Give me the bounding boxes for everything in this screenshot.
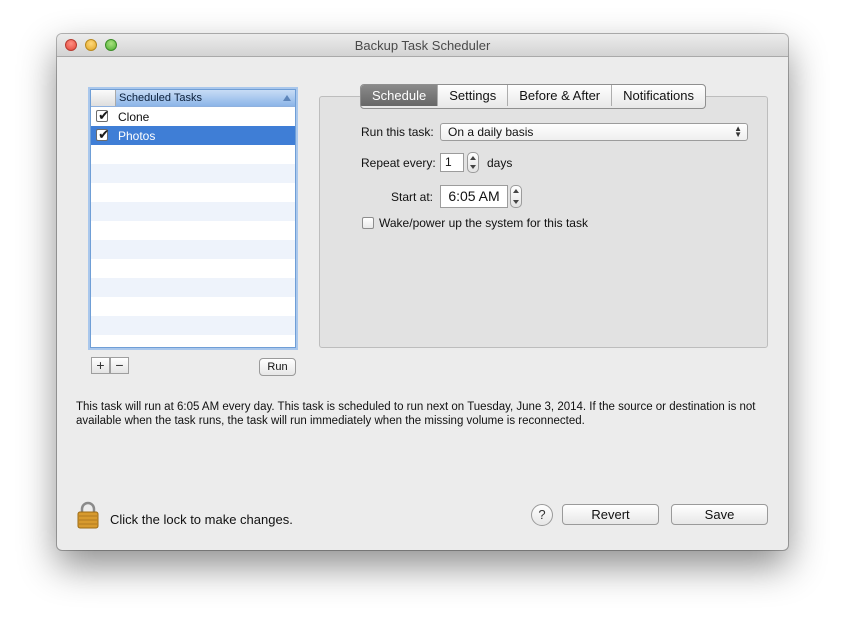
scheduler-window: Backup Task Scheduler Scheduled Tasks ✔ … [57,34,788,550]
remove-task-button[interactable]: − [110,357,129,374]
stepper-up-icon [470,156,476,160]
empty-row [91,316,295,335]
tab-notifications[interactable]: Notifications [612,85,705,106]
task-name: Clone [118,110,150,124]
start-at-label: Start at: [391,190,434,204]
scheduled-tasks-list[interactable]: Scheduled Tasks ✔ Clone ✔ Photos [90,89,296,348]
task-name: Photos [118,129,156,143]
list-header: Scheduled Tasks [91,90,295,107]
lock-icon[interactable] [77,501,99,529]
window-title: Backup Task Scheduler [354,38,491,53]
run-task-button[interactable]: Run [259,358,296,376]
empty-row [91,297,295,316]
empty-row [91,202,295,221]
tab-bar: Schedule Settings Before & After Notific… [360,84,706,109]
tab-before-after[interactable]: Before & After [508,85,613,106]
scheduled-tasks-column-header[interactable]: Scheduled Tasks [116,90,295,106]
revert-button[interactable]: Revert [562,504,659,525]
stepper-down-icon [513,200,519,204]
empty-row [91,145,295,164]
empty-row [91,240,295,259]
checkmark-icon: ✔ [98,126,110,142]
run-frequency-popup[interactable]: On a daily basis ▲ ▼ [440,123,748,141]
empty-row [91,278,295,297]
lock-message: Click the lock to make changes. [110,512,293,527]
title-bar: Backup Task Scheduler [57,34,788,57]
start-time-value: 6:05 AM [448,188,500,204]
task-enabled-checkbox[interactable]: ✔ [96,126,110,142]
wake-system-checkbox[interactable] [362,217,374,229]
repeat-unit-label: days [487,156,513,170]
run-frequency-value: On a daily basis [448,125,534,139]
wake-system-label[interactable]: Wake/power up the system for this task [379,216,588,230]
empty-row [91,183,295,202]
repeat-interval-value: 1 [445,155,452,169]
task-row-clone[interactable]: ✔ Clone [91,107,295,126]
help-button[interactable]: ? [531,504,553,526]
tab-schedule[interactable]: Schedule [361,85,439,106]
sort-ascending-icon [283,95,291,101]
checkmark-icon: ✔ [98,107,110,123]
repeat-interval-stepper[interactable] [467,152,479,173]
popup-arrows-icon: ▲ ▼ [734,124,742,139]
empty-row [91,164,295,183]
tab-settings[interactable]: Settings [438,85,509,106]
run-this-task-label: Run this task: [361,125,434,139]
start-time-stepper[interactable] [510,185,522,208]
repeat-interval-field[interactable]: 1 [440,153,464,172]
schedule-description: This task will run at 6:05 AM every day.… [76,401,756,427]
start-time-field[interactable]: 6:05 AM [440,185,508,208]
add-task-button[interactable]: + [91,357,110,374]
task-row-photos[interactable]: ✔ Photos [91,126,295,145]
column-header-label: Scheduled Tasks [119,92,202,104]
empty-row [91,259,295,278]
empty-row [91,221,295,240]
task-enabled-checkbox[interactable]: ✔ [96,107,110,123]
stepper-up-icon [513,189,519,193]
repeat-every-label: Repeat every: [361,156,436,170]
save-button[interactable]: Save [671,504,768,525]
stepper-down-icon [470,165,476,169]
checkbox-column-header[interactable] [91,90,116,106]
